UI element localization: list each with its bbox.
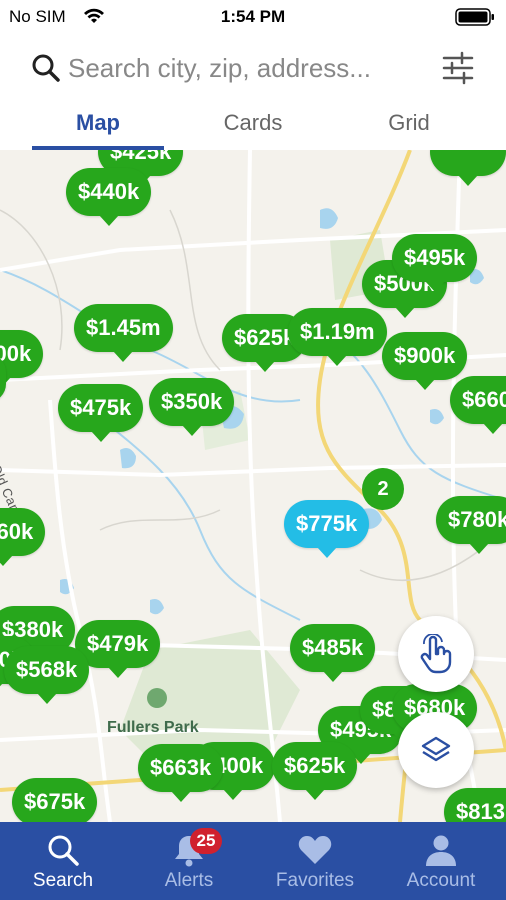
search-icon (32, 54, 60, 82)
listing-pin[interactable]: $663k (138, 744, 224, 802)
listing-pin[interactable] (430, 150, 506, 186)
hand-pointer-icon (420, 634, 452, 674)
search-bar (0, 48, 506, 88)
nav-alerts-label: Alerts (164, 870, 214, 891)
nav-account-label: Account (406, 870, 476, 891)
tab-grid[interactable]: Grid (339, 110, 479, 136)
listing-pin[interactable]: $485k (290, 624, 376, 682)
park-icon (147, 688, 167, 708)
nav-favorites[interactable]: Favorites (252, 822, 378, 900)
nav-alerts[interactable]: 25 Alerts (126, 822, 252, 900)
cluster-marker[interactable]: 2 (362, 468, 404, 510)
listing-pin[interactable]: $900k (382, 332, 468, 390)
listing-pin[interactable]: $625k (272, 742, 358, 800)
listing-pin[interactable]: $675k (12, 778, 98, 822)
tab-map[interactable]: Map (28, 110, 168, 136)
map-layers-button[interactable] (398, 712, 474, 788)
listing-pin[interactable]: $660k (450, 376, 506, 434)
listing-pin[interactable]: $440k (66, 168, 152, 226)
listing-pin[interactable]: $813k (444, 788, 506, 822)
listing-pin[interactable]: $568k (4, 646, 90, 704)
status-bar: No SIM 1:54 PM (0, 0, 506, 34)
view-tabs: Map Cards Grid (0, 104, 506, 150)
draw-on-map-button[interactable] (398, 616, 474, 692)
clock: 1:54 PM (220, 7, 286, 26)
nav-account[interactable]: Account (378, 822, 504, 900)
nav-search-label: Search (32, 870, 94, 891)
tab-cards[interactable]: Cards (183, 110, 323, 136)
search-header: Map Cards Grid (0, 34, 506, 150)
listing-pin[interactable]: $479k (75, 620, 161, 678)
listing-pin[interactable]: $475k (58, 384, 144, 442)
heart-icon (298, 836, 332, 864)
park-label: Fullers Park (107, 719, 199, 736)
layers-icon (421, 736, 451, 762)
filter-sliders-icon[interactable] (440, 50, 476, 86)
alerts-count-badge: 25 (190, 828, 222, 854)
battery-icon (455, 8, 494, 26)
bottom-navigation: Search 25 Alerts Favorites Account (0, 822, 506, 900)
selected-listing-pin[interactable]: $775k (284, 500, 370, 558)
nav-favorites-label: Favorites (275, 870, 355, 891)
listing-pin[interactable]: $495k (392, 234, 478, 292)
listing-pin[interactable]: $1.19m (288, 308, 387, 366)
person-icon (426, 835, 456, 866)
listing-pin[interactable]: $1.45m (74, 304, 173, 362)
map-view[interactable]: Old Canton Rd Fullers Park $425k $440k $… (0, 150, 506, 822)
search-input[interactable] (68, 48, 428, 88)
listing-pin[interactable]: $780k (436, 496, 506, 554)
search-icon (48, 835, 79, 866)
nav-search[interactable]: Search (0, 822, 126, 900)
listing-pin[interactable]: $350k (149, 378, 235, 436)
